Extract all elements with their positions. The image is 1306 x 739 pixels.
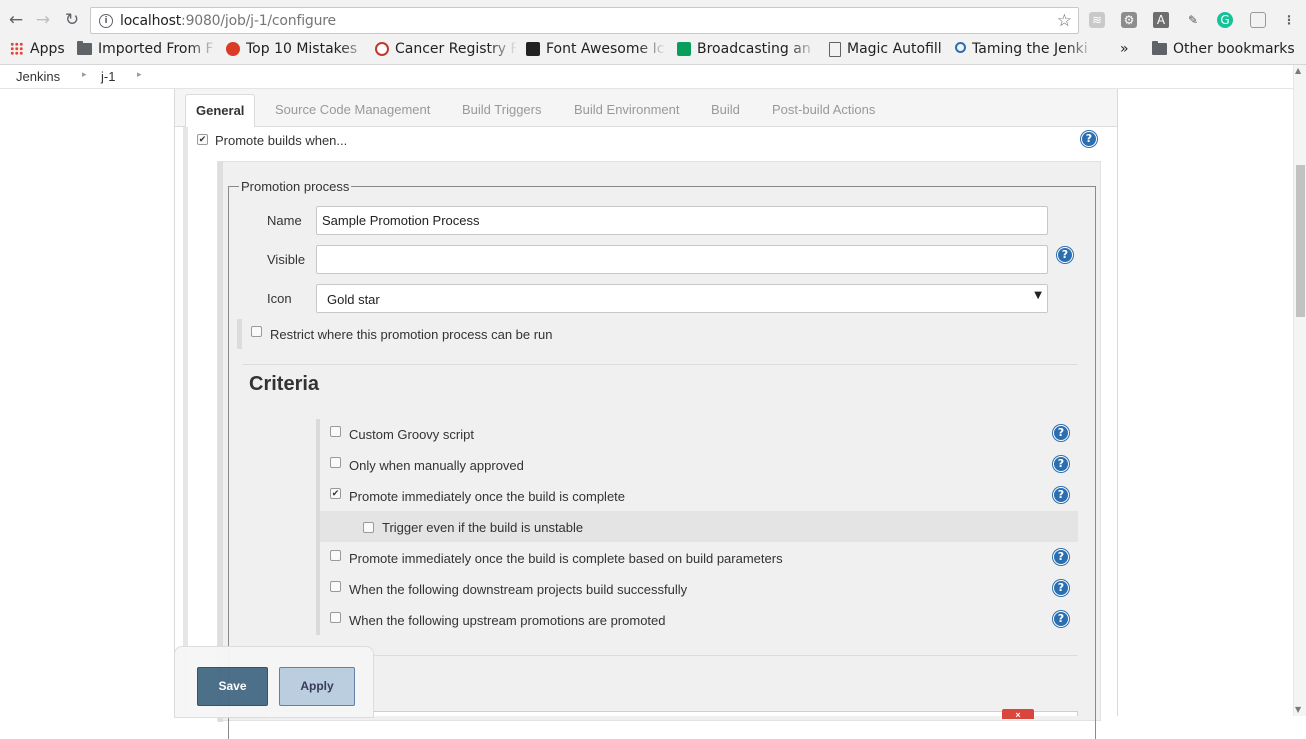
window-extension-icon[interactable]	[1250, 12, 1266, 28]
delete-x-icon[interactable]: ×	[1002, 709, 1034, 720]
divider	[242, 364, 1078, 365]
help-icon[interactable]: ?	[1053, 611, 1069, 627]
icon-select-value: Gold star	[327, 292, 380, 307]
bookmark-magic-autofill[interactable]: Magic Autofill	[829, 40, 949, 65]
promote-build-params-label: Promote immediately once the build is co…	[349, 551, 783, 566]
bookmark-cancer-registry[interactable]: Cancer Registry F	[375, 40, 517, 65]
downstream-projects-label: When the following downstream projects b…	[349, 582, 688, 597]
apps-grid-icon	[10, 42, 23, 55]
help-icon[interactable]: ?	[1053, 549, 1069, 565]
help-icon[interactable]: ?	[1053, 456, 1069, 472]
tab-source-code-management[interactable]: Source Code Management	[275, 102, 430, 117]
visible-input[interactable]	[316, 245, 1048, 274]
criteria-heading: Criteria	[249, 373, 320, 395]
reload-icon[interactable]: ↻	[62, 10, 82, 30]
section-stripe	[183, 127, 188, 716]
promote-immediately-checkbox[interactable]	[330, 488, 341, 499]
manual-approval-checkbox[interactable]	[330, 457, 341, 468]
url-text[interactable]: localhost:9080/job/j-1/configure	[120, 13, 336, 29]
apply-button[interactable]: Apply	[279, 667, 355, 706]
save-button[interactable]: Save	[197, 667, 268, 706]
custom-groovy-label: Custom Groovy script	[349, 427, 474, 442]
restrict-stripe	[237, 319, 242, 349]
next-section-box	[266, 711, 1078, 716]
downstream-projects-checkbox[interactable]	[330, 581, 341, 592]
config-tabs: General Source Code Management Build Tri…	[175, 89, 1117, 128]
mistakes-site-icon	[226, 42, 240, 56]
bookmark-font-awesome[interactable]: Font Awesome Ic	[526, 40, 666, 65]
promote-builds-checkbox[interactable]	[197, 134, 208, 145]
github-site-icon	[955, 42, 966, 53]
tab-general[interactable]: General	[185, 94, 256, 128]
info-icon[interactable]: i	[99, 14, 113, 28]
restrict-checkbox[interactable]	[251, 326, 262, 337]
tab-build-triggers[interactable]: Build Triggers	[462, 102, 541, 117]
help-icon[interactable]: ?	[1081, 131, 1097, 147]
name-label: Name	[267, 213, 302, 228]
bookmarks-bar: Apps Imported From F Top 10 Mistakes Can…	[0, 40, 1306, 65]
bookmark-top-10-mistakes[interactable]: Top 10 Mistakes	[226, 40, 368, 65]
trigger-unstable-label: Trigger even if the build is unstable	[382, 520, 584, 535]
grammarly-extension-icon[interactable]: G	[1217, 12, 1233, 28]
visible-label: Visible	[267, 252, 306, 267]
chevron-down-icon: ▼	[1034, 290, 1042, 301]
address-bar[interactable]: i localhost:9080/job/j-1/configure ☆	[90, 7, 1079, 34]
page-icon	[829, 42, 841, 57]
bookmark-broadcasting[interactable]: Broadcasting an	[677, 40, 817, 65]
promotion-process-legend: Promotion process	[241, 179, 350, 194]
chevron-right-icon[interactable]: ▸	[82, 70, 87, 80]
scroll-up-arrow-icon[interactable]: ▲	[1295, 66, 1301, 75]
promote-immediately-label: Promote immediately once the build is co…	[349, 489, 626, 504]
bookmark-imported[interactable]: Imported From F	[77, 40, 217, 65]
registry-site-icon	[375, 42, 389, 56]
icon-label: Icon	[267, 291, 292, 306]
breadcrumb-job[interactable]: j-1	[101, 69, 115, 84]
help-icon[interactable]: ?	[1053, 580, 1069, 596]
help-icon[interactable]: ?	[1053, 425, 1069, 441]
tab-post-build-actions[interactable]: Post-build Actions	[772, 102, 875, 117]
promote-build-params-checkbox[interactable]	[330, 550, 341, 561]
promote-builds-label: Promote builds when...	[215, 133, 348, 148]
folder-icon	[1152, 41, 1167, 55]
name-input[interactable]	[316, 206, 1048, 235]
chevron-right-icon[interactable]: ▸	[137, 70, 142, 80]
tab-build-environment[interactable]: Build Environment	[574, 102, 680, 117]
upstream-promotions-checkbox[interactable]	[330, 612, 341, 623]
menu-kebab-icon[interactable]: ⋮	[1281, 12, 1297, 28]
browser-toolbar: ← → ↻ i localhost:9080/job/j-1/configure…	[0, 0, 1306, 40]
icon-select[interactable]: Gold star ▼	[316, 284, 1048, 313]
back-arrow-icon[interactable]: ←	[6, 10, 26, 30]
other-bookmarks-folder[interactable]: Other bookmarks	[1152, 40, 1302, 65]
scroll-thumb[interactable]	[1296, 165, 1305, 317]
trigger-unstable-checkbox[interactable]	[363, 522, 374, 533]
restrict-label: Restrict where this promotion process ca…	[270, 327, 553, 342]
forward-arrow-icon[interactable]: →	[33, 10, 53, 30]
bookmark-apps[interactable]: Apps	[8, 40, 68, 65]
angular-extension-icon[interactable]: A	[1153, 12, 1169, 28]
page-scrollbar[interactable]: ▲ ▼	[1293, 65, 1306, 716]
puzzle-extension-icon[interactable]: ⚙	[1121, 12, 1137, 28]
breadcrumb-jenkins[interactable]: Jenkins	[16, 69, 60, 84]
promotion-stripe	[218, 162, 223, 722]
scroll-down-arrow-icon[interactable]: ▼	[1295, 705, 1301, 714]
form-button-bar: Save Apply	[174, 646, 374, 718]
custom-groovy-checkbox[interactable]	[330, 426, 341, 437]
folder-icon	[77, 41, 92, 55]
bookmarks-overflow-button[interactable]: »	[1120, 40, 1134, 65]
help-icon[interactable]: ?	[1053, 487, 1069, 503]
flag-icon	[526, 42, 540, 56]
eyedropper-extension-icon[interactable]: ✎	[1185, 12, 1201, 28]
manual-approval-label: Only when manually approved	[349, 458, 524, 473]
upstream-promotions-label: When the following upstream promotions a…	[349, 613, 666, 628]
help-icon[interactable]: ?	[1057, 247, 1073, 263]
bookmark-taming-jenkins[interactable]: Taming the Jenki	[955, 40, 1095, 65]
rss-extension-icon[interactable]: ≋	[1089, 12, 1105, 28]
medium-site-icon	[677, 42, 691, 56]
bookmark-star-icon[interactable]: ☆	[1057, 11, 1072, 31]
breadcrumb: Jenkins ▸ j-1 ▸	[0, 65, 1293, 89]
tab-build[interactable]: Build	[711, 102, 740, 117]
